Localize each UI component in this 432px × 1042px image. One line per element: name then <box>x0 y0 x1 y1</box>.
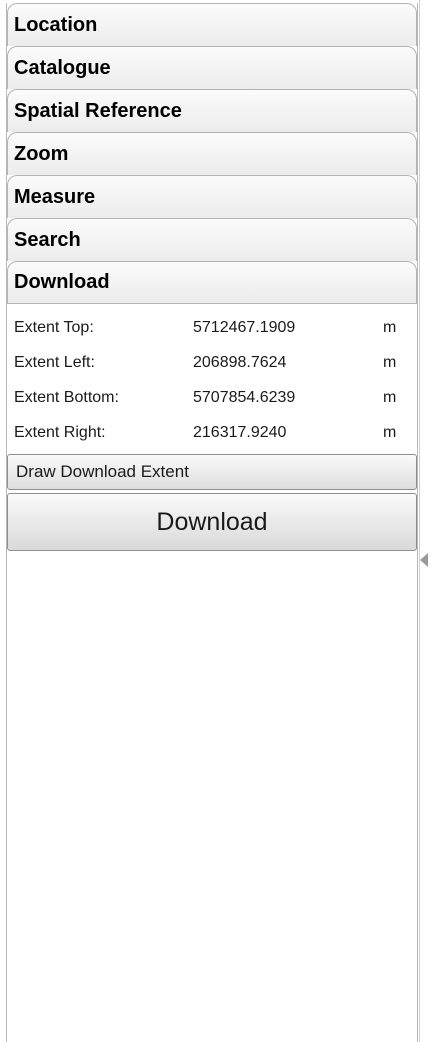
accordion-header-search[interactable]: Search <box>7 218 417 261</box>
draw-download-extent-button[interactable]: Draw Download Extent <box>7 454 417 490</box>
accordion-header-catalogue[interactable]: Catalogue <box>7 46 417 89</box>
extent-bottom-value: 5707854.6239 <box>193 388 296 406</box>
accordion-header-spatial-reference[interactable]: Spatial Reference <box>7 89 417 132</box>
accordion-header-label: Location <box>14 13 98 36</box>
accordion-header-label: Measure <box>14 185 96 208</box>
extent-bottom-unit: m <box>383 388 397 406</box>
download-panel-content: Extent Top: 5712467.1909 m Extent Left: … <box>7 304 417 551</box>
accordion-header-label: Search <box>14 228 81 251</box>
extent-row-right: Extent Right: 216317.9240 m <box>7 415 417 450</box>
side-panel: Location Catalogue Spatial Reference Zoo… <box>6 3 418 1042</box>
accordion-header-label: Catalogue <box>14 56 111 79</box>
accordion-header-location[interactable]: Location <box>7 3 417 46</box>
accordion: Location Catalogue Spatial Reference Zoo… <box>7 3 417 551</box>
accordion-header-label: Download <box>14 271 110 293</box>
collapse-left-arrow-icon[interactable] <box>420 553 428 567</box>
accordion-header-label: Spatial Reference <box>14 99 182 122</box>
extent-bottom-label: Extent Bottom: <box>14 388 119 406</box>
accordion-header-measure[interactable]: Measure <box>7 175 417 218</box>
extent-row-top: Extent Top: 5712467.1909 m <box>7 310 417 345</box>
accordion-header-label: Zoom <box>14 142 69 165</box>
extent-left-unit: m <box>383 353 397 371</box>
extent-top-unit: m <box>383 318 397 336</box>
download-button[interactable]: Download <box>7 493 417 551</box>
extent-left-value: 206898.7624 <box>193 353 287 371</box>
extent-right-label: Extent Right: <box>14 423 106 441</box>
extent-row-left: Extent Left: 206898.7624 m <box>7 345 417 380</box>
download-button-label: Download <box>156 507 268 536</box>
extent-right-value: 216317.9240 <box>193 423 287 441</box>
extent-top-value: 5712467.1909 <box>193 318 296 336</box>
draw-download-extent-label: Draw Download Extent <box>16 462 189 481</box>
extent-left-label: Extent Left: <box>14 353 95 371</box>
accordion-header-download[interactable]: Download <box>7 261 417 304</box>
panel-splitter[interactable] <box>419 0 432 1042</box>
extent-row-bottom: Extent Bottom: 5707854.6239 m <box>7 380 417 415</box>
extent-right-unit: m <box>383 423 397 441</box>
extent-top-label: Extent Top: <box>14 318 94 336</box>
accordion-header-zoom[interactable]: Zoom <box>7 132 417 175</box>
